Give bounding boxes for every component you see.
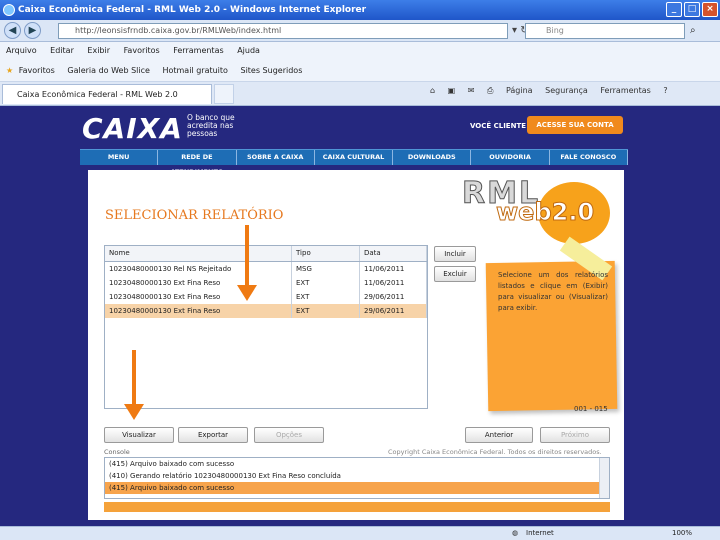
tagline: O banco que acredita nas pessoas bbox=[187, 113, 235, 138]
globe-icon: ◍ bbox=[512, 529, 519, 537]
site-nav: MENU REDE DE ATENDIMENTO SOBRE A CAIXA C… bbox=[80, 149, 628, 176]
favorites-bar: ★ Favoritos Galeria do Web Slice Hotmail… bbox=[0, 60, 720, 82]
mail-icon[interactable]: ✉ bbox=[468, 86, 475, 95]
anterior-button[interactable]: Anterior bbox=[465, 427, 533, 443]
help-note-text: Selecione um dos relatórios listados e c… bbox=[498, 271, 608, 312]
arrow-head bbox=[237, 285, 257, 301]
fav-item-webslice[interactable]: Galeria do Web Slice bbox=[67, 66, 150, 75]
window-titlebar: Caixa Econômica Federal - RML Web 2.0 - … bbox=[0, 0, 720, 20]
home-icon[interactable]: ⌂ bbox=[430, 86, 435, 95]
web20-logo-text: web2.0 bbox=[495, 198, 595, 227]
col-data[interactable]: Data bbox=[360, 246, 427, 261]
address-input[interactable]: http://leonsisfrndb.caixa.gov.br/RMLWeb/… bbox=[58, 23, 508, 39]
tab-caixa[interactable]: Caixa Econômica Federal - RML Web 2.0 bbox=[2, 84, 212, 104]
copyright-text: Copyright Caixa Econômica Federal. Todos… bbox=[388, 448, 602, 456]
menu-favoritos[interactable]: Favoritos bbox=[124, 46, 160, 55]
feeds-icon[interactable]: ▣ bbox=[448, 86, 456, 95]
status-bar: ◍ Internet 100% bbox=[0, 526, 720, 540]
nav-cultural[interactable]: CAIXA CULTURAL bbox=[315, 150, 394, 165]
favorites-button[interactable]: Favoritos bbox=[19, 66, 55, 75]
command-bar: ⌂ ▣ ✉ ⎙ Página Segurança Ferramentas ? bbox=[430, 86, 678, 96]
fav-item-hotmail[interactable]: Hotmail gratuito bbox=[162, 66, 227, 75]
menu-editar[interactable]: Editar bbox=[50, 46, 74, 55]
cell-tipo: EXT bbox=[292, 276, 360, 290]
opcoes-button[interactable]: Opções bbox=[254, 427, 324, 443]
arrow-shaft bbox=[245, 225, 249, 287]
menu-exibir[interactable]: Exibir bbox=[87, 46, 110, 55]
arrow-shaft bbox=[132, 350, 136, 406]
nav-fale[interactable]: FALE CONOSCO bbox=[550, 150, 628, 165]
excluir-button[interactable]: Excluir bbox=[434, 266, 476, 282]
caixa-logo[interactable]: CAIXA bbox=[82, 112, 183, 145]
menu-ferramentas[interactable]: Ferramentas bbox=[173, 46, 223, 55]
table-header: Nome Tipo Data bbox=[105, 246, 427, 262]
ie-icon bbox=[3, 4, 15, 16]
page-title: SELECIONAR RELATÓRIO bbox=[105, 208, 284, 223]
console-label: Console bbox=[104, 448, 130, 456]
new-tab-button[interactable] bbox=[214, 84, 234, 104]
menu-ajuda[interactable]: Ajuda bbox=[237, 46, 260, 55]
menu-bar: Arquivo Editar Exibir Favoritos Ferramen… bbox=[0, 42, 720, 60]
nav-ouvidoria[interactable]: OUVIDORIA bbox=[471, 150, 550, 165]
close-icon[interactable]: × bbox=[702, 2, 718, 17]
table-row[interactable]: 10230480000130 Rel NS Rejeitado MSG 11/0… bbox=[105, 262, 427, 276]
console-log: (415) Arquivo baixado com sucesso (410) … bbox=[104, 457, 610, 499]
cell-tipo: MSG bbox=[292, 262, 360, 276]
visualizar-button[interactable]: Visualizar bbox=[104, 427, 174, 443]
window-title: Caixa Econômica Federal - RML Web 2.0 - … bbox=[18, 5, 367, 15]
col-nome[interactable]: Nome bbox=[105, 246, 292, 261]
exportar-button[interactable]: Exportar bbox=[178, 427, 248, 443]
search-input[interactable]: Bing bbox=[525, 23, 685, 39]
cell-nome: 10230480000130 Ext Fina Reso bbox=[105, 276, 292, 290]
cell-nome: 10230480000130 Ext Fina Reso bbox=[105, 304, 292, 318]
nav-rede[interactable]: REDE DE ATENDIMENTO bbox=[158, 150, 237, 176]
minimize-icon[interactable]: _ bbox=[666, 2, 682, 17]
print-icon[interactable]: ⎙ bbox=[487, 86, 493, 95]
arrow-head bbox=[124, 404, 144, 420]
page-counter: 001 - 015 bbox=[574, 405, 608, 413]
table-row[interactable]: 10230480000130 Ext Fina Reso EXT 11/06/2… bbox=[105, 276, 427, 290]
cell-data: 29/06/2011 bbox=[360, 304, 427, 318]
cell-nome: 10230480000130 Rel NS Rejeitado bbox=[105, 262, 292, 276]
table-row-selected[interactable]: 10230480000130 Ext Fina Reso EXT 29/06/2… bbox=[105, 304, 427, 318]
menu-arquivo[interactable]: Arquivo bbox=[6, 46, 37, 55]
console-line: (415) Arquivo baixado com sucesso bbox=[109, 460, 235, 468]
forward-icon[interactable]: ▶ bbox=[24, 22, 41, 39]
nav-downloads[interactable]: DOWNLOADS bbox=[393, 150, 472, 165]
cell-data: 11/06/2011 bbox=[360, 262, 427, 276]
cell-tipo: EXT bbox=[292, 290, 360, 304]
report-table: Nome Tipo Data 10230480000130 Rel NS Rej… bbox=[104, 245, 428, 409]
proximo-button[interactable]: Próximo bbox=[540, 427, 610, 443]
incluir-button[interactable]: Incluir bbox=[434, 246, 476, 262]
help-icon[interactable]: ? bbox=[663, 86, 667, 95]
favorites-star-icon[interactable]: ★ bbox=[6, 66, 13, 75]
zoom-level[interactable]: 100% bbox=[672, 527, 692, 540]
nav-sobre[interactable]: SOBRE A CAIXA bbox=[237, 150, 315, 165]
address-toolbar: ◀ ▶ http://leonsisfrndb.caixa.gov.br/RML… bbox=[0, 20, 720, 42]
console-scrollbar[interactable] bbox=[599, 458, 609, 498]
col-tipo[interactable]: Tipo bbox=[292, 246, 360, 261]
cell-data: 11/06/2011 bbox=[360, 276, 427, 290]
table-row[interactable]: 10230480000130 Ext Fina Reso EXT 29/06/2… bbox=[105, 290, 427, 304]
cell-data: 29/06/2011 bbox=[360, 290, 427, 304]
console-line: (410) Gerando relatório 10230480000130 E… bbox=[109, 472, 341, 480]
search-icon[interactable]: ⌕ bbox=[690, 25, 696, 36]
voce-cliente-label: VOCÊ CLIENTE bbox=[470, 122, 526, 130]
cell-nome: 10230480000130 Ext Fina Reso bbox=[105, 290, 292, 304]
cell-tipo: EXT bbox=[292, 304, 360, 318]
nav-menu[interactable]: MENU bbox=[80, 150, 159, 165]
cmd-seguranca[interactable]: Segurança bbox=[545, 86, 588, 95]
maximize-icon[interactable]: □ bbox=[684, 2, 700, 17]
zone-label: Internet bbox=[526, 529, 554, 537]
cmd-ferramentas[interactable]: Ferramentas bbox=[600, 86, 650, 95]
footer-strip bbox=[104, 502, 610, 512]
fav-item-sites[interactable]: Sites Sugeridos bbox=[240, 66, 302, 75]
acesse-conta-button[interactable]: ACESSE SUA CONTA bbox=[527, 116, 623, 134]
back-icon[interactable]: ◀ bbox=[4, 22, 21, 39]
console-line-highlight: (415) Arquivo baixado com sucesso bbox=[105, 482, 609, 494]
cmd-pagina[interactable]: Página bbox=[506, 86, 533, 95]
